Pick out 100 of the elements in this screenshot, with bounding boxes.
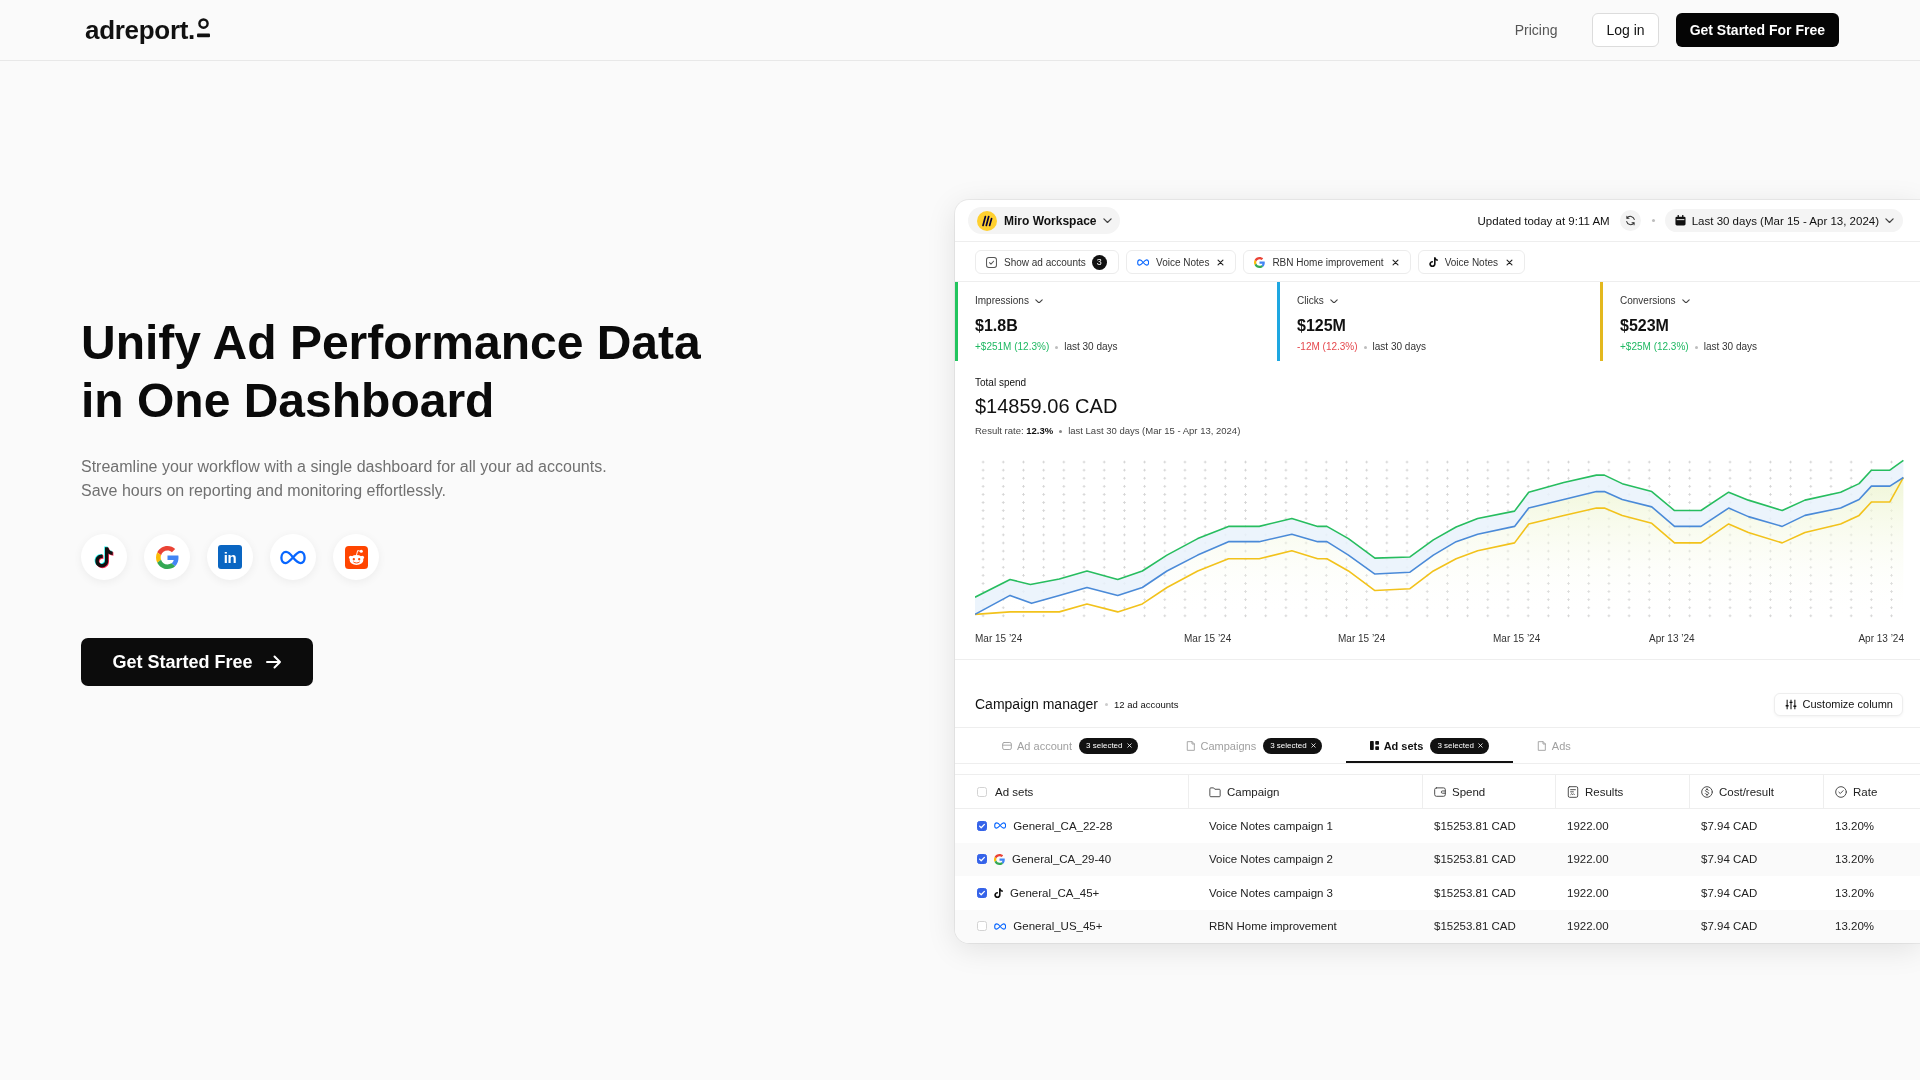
table-cell-text: $15253.81 CAD bbox=[1433, 919, 1517, 935]
meta-logo-icon bbox=[1136, 258, 1149, 266]
table-cell-text: $15253.81 CAD bbox=[1433, 818, 1517, 834]
column-header: Rate bbox=[1853, 785, 1878, 798]
calendar-icon bbox=[1674, 215, 1686, 226]
google-logo-icon bbox=[144, 534, 190, 580]
tiktok-logo-icon bbox=[1428, 256, 1438, 268]
metric-dropdown[interactable]: Clicks bbox=[1297, 294, 1338, 308]
metric-dropdown[interactable]: Impressions bbox=[975, 294, 1043, 308]
result-rate-text: Result rate: 12.3% bbox=[975, 424, 1054, 438]
tab[interactable]: Ad sets 3 selected bbox=[1345, 728, 1513, 763]
table-cell-text: $7.94 CAD bbox=[1700, 852, 1759, 868]
table-cell-text: 1922.00 bbox=[1566, 852, 1610, 868]
axis-label: Mar 15 ’24 bbox=[1184, 632, 1232, 646]
filter-chip[interactable]: Show ad accounts 3 bbox=[975, 250, 1119, 274]
table-cell-text: $7.94 CAD bbox=[1700, 919, 1759, 935]
column-header: Spend bbox=[1452, 785, 1486, 798]
close-icon[interactable] bbox=[1506, 258, 1513, 266]
metric-change: +$25M (12.3%) bbox=[1620, 340, 1689, 354]
column-header: Campaign bbox=[1227, 785, 1280, 798]
account-count: 12 ad accounts bbox=[1113, 698, 1179, 710]
table-cell-text: $7.94 CAD bbox=[1700, 818, 1759, 834]
chevron-down-icon bbox=[1034, 298, 1043, 304]
cta-button[interactable]: Get Started Free bbox=[81, 638, 313, 686]
checkbox[interactable] bbox=[977, 854, 987, 865]
column-header: Cost/result bbox=[1719, 785, 1774, 798]
axis-label: Mar 15 ’24 bbox=[1493, 632, 1541, 646]
ad-set-name: General_CA_45+ bbox=[1010, 886, 1100, 899]
dot-icon bbox=[1694, 345, 1698, 349]
chevron-down-icon bbox=[1885, 217, 1894, 224]
selection-chip[interactable]: 3 selected bbox=[1263, 737, 1322, 754]
axis-label: Apr 13 ’24 bbox=[1649, 632, 1695, 646]
meta-logo-icon bbox=[994, 822, 1007, 830]
column-header: Ad sets bbox=[995, 785, 1034, 798]
login-button[interactable]: Log in bbox=[1592, 13, 1659, 47]
receipt-icon bbox=[1567, 785, 1579, 798]
total-spend-value: $14859.06 CAD bbox=[975, 394, 1118, 419]
table-cell-text: 1922.00 bbox=[1566, 885, 1610, 901]
metric-change: +$251M (12.3%) bbox=[975, 340, 1050, 354]
chevron-down-icon bbox=[1329, 298, 1338, 304]
period-label: last 30 days bbox=[1703, 340, 1758, 354]
filter-chip[interactable]: Voice Notes bbox=[1125, 250, 1237, 274]
metric-dropdown[interactable]: Conversions bbox=[1620, 294, 1690, 308]
chevron-down-icon bbox=[1681, 298, 1690, 304]
sliders-icon bbox=[1784, 698, 1797, 710]
period-label: last 30 days bbox=[1372, 340, 1426, 354]
table-cell-text: Voice Notes campaign 1 bbox=[1208, 818, 1335, 834]
axis-label: Apr 13 ’24 bbox=[1858, 632, 1904, 646]
arrow-right-icon bbox=[265, 655, 282, 669]
miro-logo-icon bbox=[977, 210, 997, 231]
table-cell-text: 13.20% bbox=[1834, 818, 1875, 834]
axis-label: Mar 15 ’24 bbox=[1338, 632, 1386, 646]
dollar-circle-icon bbox=[1701, 785, 1713, 798]
google-logo-icon bbox=[1254, 256, 1266, 268]
table-cell-text: 13.20% bbox=[1834, 852, 1875, 868]
filter-chip[interactable]: Voice Notes bbox=[1417, 250, 1525, 274]
tiktok-logo-icon bbox=[994, 887, 1004, 898]
grid-icon bbox=[1369, 741, 1379, 750]
metric-value: $1.8B bbox=[975, 316, 1018, 336]
table-cell-text: 13.20% bbox=[1834, 885, 1875, 901]
selection-chip[interactable]: 3 selected bbox=[1079, 737, 1138, 754]
logo-mark-icon bbox=[197, 18, 210, 38]
ad-set-name: General_CA_29-40 bbox=[1012, 853, 1112, 866]
workspace-dropdown[interactable]: Miro Workspace bbox=[968, 207, 1121, 234]
close-icon[interactable] bbox=[1391, 258, 1399, 266]
card-icon bbox=[1002, 740, 1012, 751]
selection-chip[interactable]: 3 selected bbox=[1430, 737, 1489, 754]
date-range-dropdown[interactable]: Last 30 days (Mar 15 - Apr 13, 2024) bbox=[1664, 209, 1903, 232]
table-cell-text: 1922.00 bbox=[1566, 818, 1610, 834]
dot-icon bbox=[1055, 345, 1059, 349]
table-cell-text: 13.20% bbox=[1834, 919, 1875, 935]
table-cell-text: $7.94 CAD bbox=[1700, 885, 1759, 901]
ad-set-name: General_CA_22-28 bbox=[1013, 819, 1113, 832]
close-icon[interactable] bbox=[1217, 258, 1225, 266]
axis-label: Mar 15 ’24 bbox=[975, 632, 1023, 646]
period-label: last Last 30 days (Mar 15 - Apr 13, 2024) bbox=[1068, 424, 1241, 438]
total-spend-label: Total spend bbox=[975, 376, 1027, 390]
filter-chip[interactable]: RBN Home improvement bbox=[1243, 250, 1411, 274]
meta-logo-icon bbox=[994, 922, 1007, 930]
tab[interactable]: Campaigns 3 selected bbox=[1161, 728, 1346, 763]
metric-change: -12M (12.3%) bbox=[1297, 340, 1358, 354]
reddit-logo-icon bbox=[333, 534, 379, 580]
dot-icon bbox=[1104, 702, 1108, 706]
dot-icon bbox=[1651, 219, 1655, 222]
checkbox[interactable] bbox=[977, 887, 987, 898]
customize-column-button[interactable]: Customize column bbox=[1773, 692, 1903, 716]
refresh-icon[interactable] bbox=[1619, 210, 1641, 231]
metric-value: $125M bbox=[1297, 316, 1346, 336]
dot-icon bbox=[1059, 429, 1063, 433]
nav-link[interactable]: Pricing bbox=[1514, 22, 1558, 38]
google-logo-icon bbox=[994, 853, 1005, 865]
meta-logo-icon bbox=[270, 534, 316, 580]
logo-wordmark[interactable]: adreport. bbox=[85, 15, 195, 45]
table-cell-text: Voice Notes campaign 3 bbox=[1208, 885, 1335, 901]
tab[interactable]: Ad account 3 selected bbox=[978, 728, 1162, 763]
document-icon bbox=[1185, 740, 1196, 751]
hero-subtitle: Streamline your workflow with a single dashboard for all your ad accounts. Save hours on reporting and monitoring effortlessly. bbox=[81, 457, 608, 501]
section-title: Campaign manager bbox=[975, 696, 1098, 712]
signup-button[interactable]: Get Started For Free bbox=[1675, 13, 1839, 47]
checkbox[interactable] bbox=[977, 820, 987, 831]
